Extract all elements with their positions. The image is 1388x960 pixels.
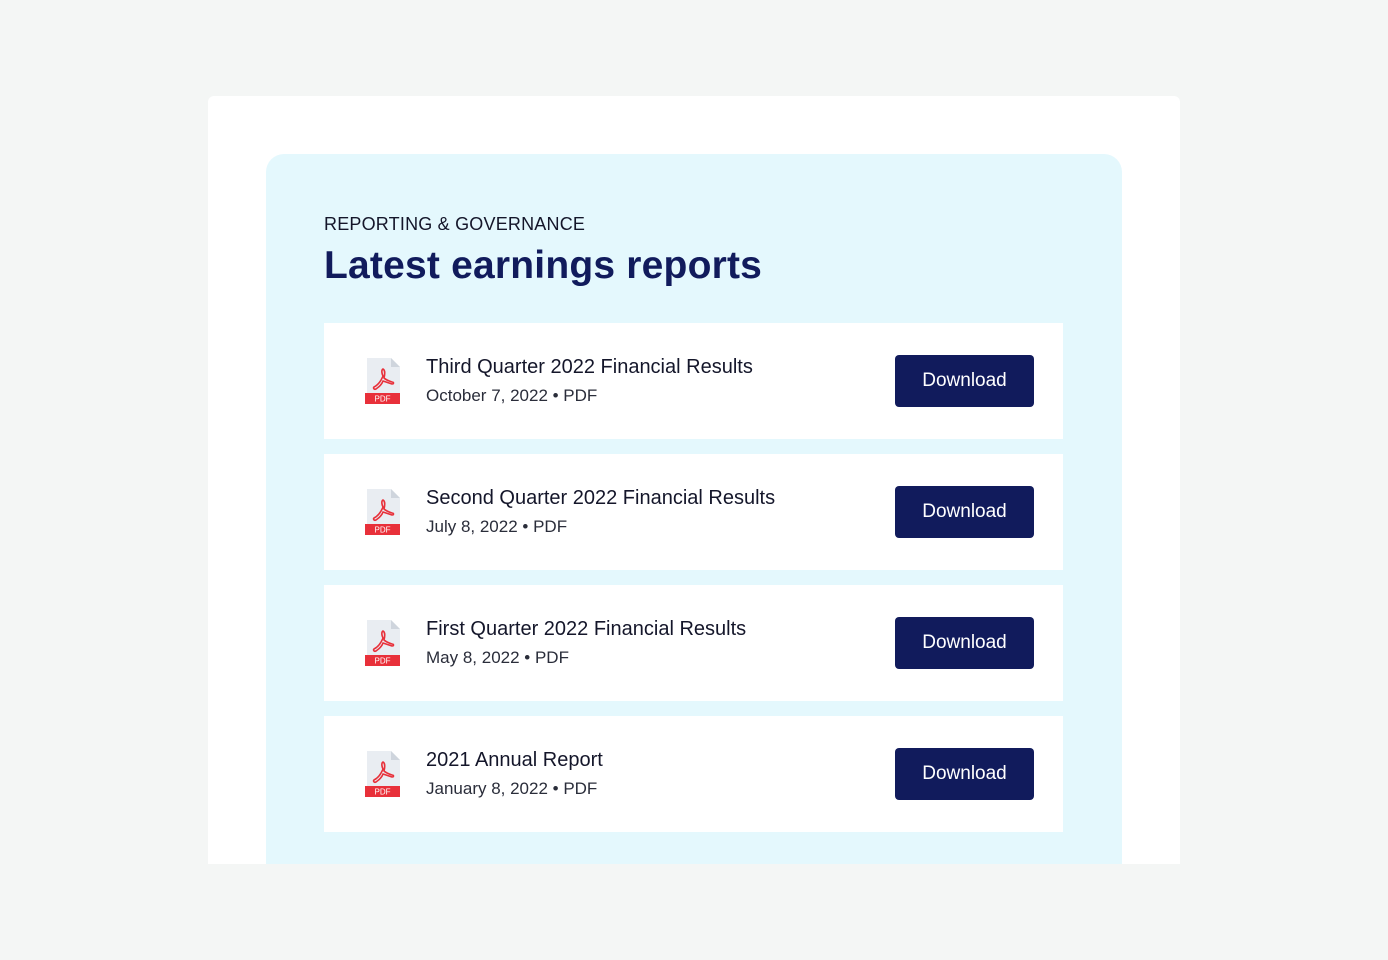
report-row: PDF Third Quarter 2022 Financial Results… [324,323,1063,439]
report-row: PDF 2021 Annual Report January 8, 2022 •… [324,716,1063,832]
pdf-icon-label: PDF [375,788,391,797]
section-title: Latest earnings reports [324,244,763,287]
report-row: PDF Second Quarter 2022 Financial Result… [324,454,1063,570]
download-button[interactable]: Download [895,617,1034,669]
report-title: Third Quarter 2022 Financial Results [426,356,753,378]
content-frame: REPORTING & GOVERNANCE Latest earnings r… [208,96,1180,864]
pdf-icon-label: PDF [375,395,391,404]
report-meta: May 8, 2022 • PDF [426,648,569,667]
pdf-icon-label: PDF [375,526,391,535]
download-button[interactable]: Download [895,486,1034,538]
report-meta: January 8, 2022 • PDF [426,779,598,798]
download-button[interactable]: Download [895,355,1034,407]
reports-list: PDF Third Quarter 2022 Financial Results… [324,323,1063,847]
report-title: 2021 Annual Report [426,749,603,771]
earnings-reports-panel: REPORTING & GOVERNANCE Latest earnings r… [266,154,1122,864]
pdf-file-icon: PDF [365,619,401,667]
report-title: Second Quarter 2022 Financial Results [426,487,776,509]
report-meta: July 8, 2022 • PDF [426,517,568,536]
report-row: PDF First Quarter 2022 Financial Results… [324,585,1063,701]
pdf-file-icon: PDF [365,357,401,405]
pdf-icon-label: PDF [375,657,391,666]
download-button[interactable]: Download [895,748,1034,800]
section-eyebrow: REPORTING & GOVERNANCE [324,214,586,234]
report-meta: October 7, 2022 • PDF [426,386,598,405]
report-title: First Quarter 2022 Financial Results [426,618,747,640]
pdf-file-icon: PDF [365,750,401,798]
pdf-file-icon: PDF [365,488,401,536]
